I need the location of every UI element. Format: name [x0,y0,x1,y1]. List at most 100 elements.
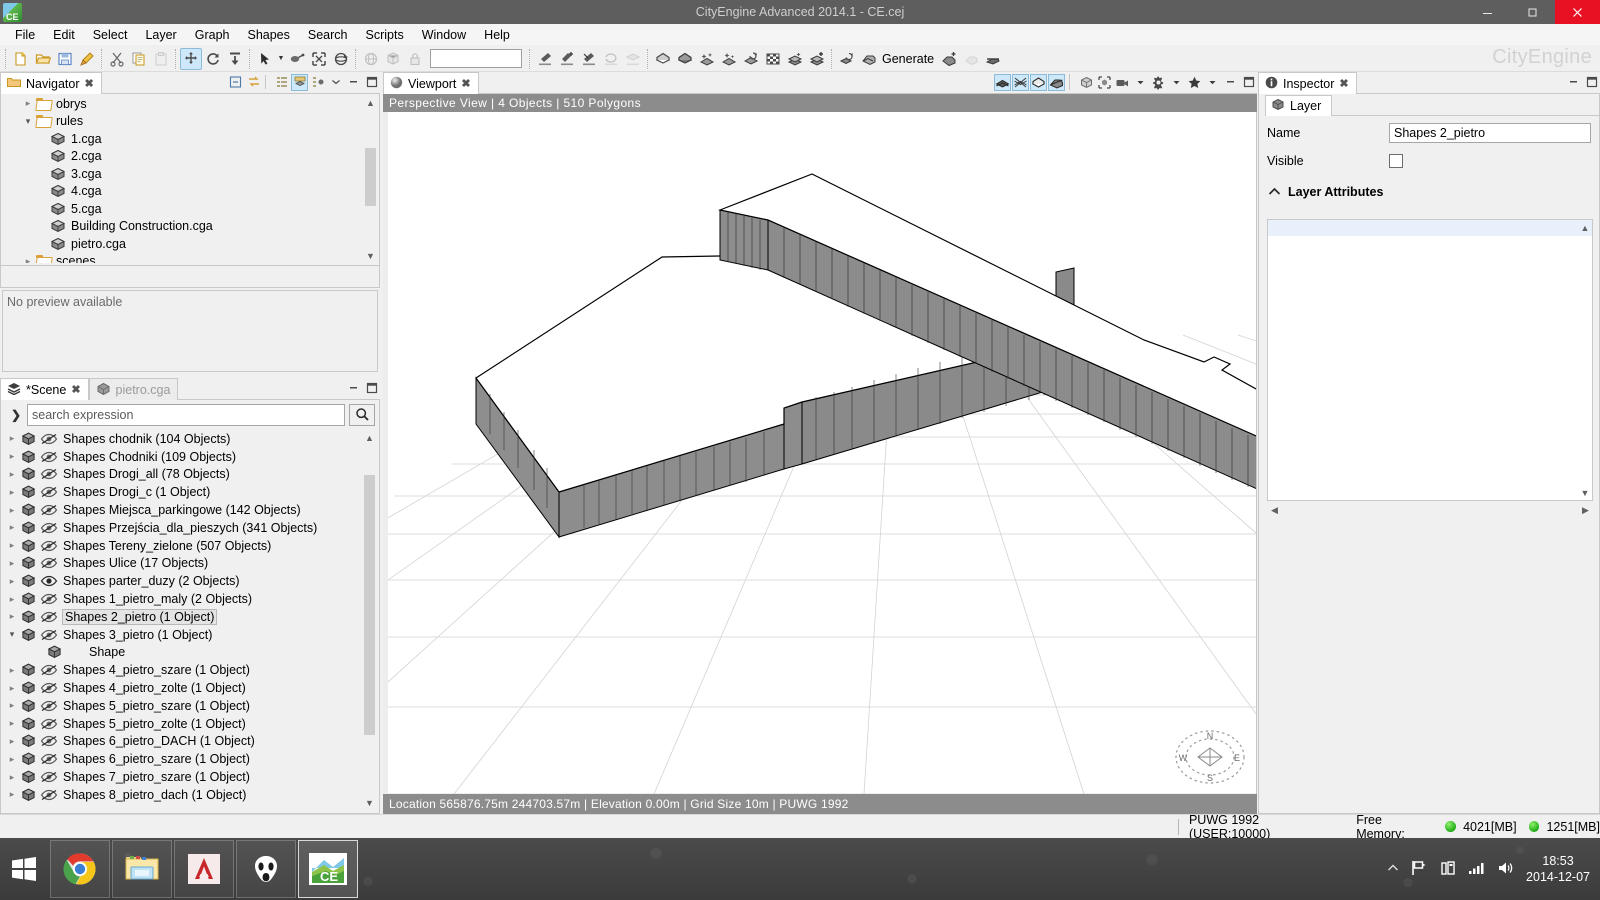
chevron-right-icon[interactable] [3,611,21,622]
chevron-right-icon[interactable] [3,718,21,729]
scroll-up-icon[interactable]: ▲ [362,430,377,445]
chevron-up-icon[interactable] [1268,185,1281,199]
menu-window[interactable]: Window [413,26,475,44]
layer-attributes-header[interactable]: Layer Attributes [1259,181,1599,203]
scene-layer-row[interactable]: Shapes 5_pietro_szare (1 Object) [3,697,361,715]
paste-icon[interactable] [150,48,172,70]
tab-viewport[interactable]: Viewport ✖ [383,72,479,94]
shape-checker-icon[interactable] [762,48,784,70]
navigator-file-row[interactable]: 1.cga [2,130,364,148]
navigator-scrollbar[interactable]: ▲ ▼ [363,95,378,263]
navigator-folder-row[interactable]: rules [2,113,364,131]
taskbar-item-explorer[interactable] [112,840,172,898]
bookmark-caret-icon[interactable] [1204,74,1221,91]
collapse-all-icon[interactable] [227,74,244,91]
view-list-icon[interactable] [273,74,290,91]
scroll-thumb[interactable] [364,475,375,735]
new-project-icon[interactable] [10,48,32,70]
chevron-right-icon[interactable] [3,772,21,783]
eye-hidden-icon[interactable] [40,468,58,480]
shape-add-icon[interactable] [696,48,718,70]
scroll-up-icon[interactable]: ▲ [1578,220,1592,235]
scene-layer-row[interactable]: Shapes Tereny_zielone (507 Objects) [3,537,361,555]
chevron-right-icon[interactable] [3,558,21,569]
polygon-select-icon[interactable] [286,48,308,70]
street-add-icon[interactable] [556,48,578,70]
taskbar-item-autocad[interactable] [174,840,234,898]
shape-icon[interactable] [652,48,674,70]
shape-solid-icon[interactable] [674,48,696,70]
volume-icon[interactable] [1497,860,1515,879]
chevron-right-icon[interactable] [3,683,21,694]
taskbar-item-foobar[interactable] [236,840,296,898]
model-toggle-icon[interactable] [1078,74,1095,91]
navigator-file-row[interactable]: 3.cga [2,165,364,183]
minimize-icon[interactable] [1565,74,1582,91]
toolbar-text-field[interactable] [430,49,522,68]
scene-layer-row[interactable]: Shapes 4_pietro_zolte (1 Object) [3,679,361,697]
menu-select[interactable]: Select [84,26,137,44]
scene-layer-row[interactable]: Shapes 6_pietro_szare (1 Object) [3,750,361,768]
save-icon[interactable] [54,48,76,70]
settings-gear-icon[interactable] [1150,74,1167,91]
menu-edit[interactable]: Edit [44,26,84,44]
scroll-down-icon[interactable]: ▼ [362,795,377,810]
scene-layer-row[interactable]: Shapes Chodniki (109 Objects) [3,448,361,466]
shading-flat-icon[interactable] [994,73,1011,91]
shape-display-icon[interactable] [1030,73,1047,91]
menu-layer[interactable]: Layer [136,26,185,44]
network-icon[interactable] [1468,861,1486,878]
scroll-left-icon[interactable]: ◀ [1267,503,1282,518]
maximize-icon[interactable] [1583,74,1600,91]
minimize-icon[interactable] [345,380,362,397]
tab-layer[interactable]: Layer [1265,95,1333,116]
menu-graph[interactable]: Graph [186,26,239,44]
minimize-button[interactable] [1465,0,1510,24]
move-tool-icon[interactable] [180,47,202,70]
menu-shapes[interactable]: Shapes [238,26,298,44]
chevron-down-icon[interactable] [20,116,36,127]
scroll-up-icon[interactable]: ▲ [363,95,378,110]
chevron-right-icon[interactable] [20,98,36,109]
chevron-right-icon[interactable] [3,505,21,516]
scroll-track[interactable] [362,445,377,795]
bookmark-star-icon[interactable] [1186,74,1203,91]
scroll-track[interactable] [1578,235,1592,485]
scroll-thumb[interactable] [365,148,376,206]
model-display-icon[interactable] [1048,73,1065,91]
tab-scene[interactable]: *Scene ✖ [0,378,89,400]
flag-icon[interactable] [1410,860,1428,879]
street-edit-icon[interactable] [578,48,600,70]
model-generate-icon[interactable] [836,48,858,70]
tab-inspector[interactable]: Inspector ✖ [1258,72,1357,94]
chevron-right-icon[interactable] [3,736,21,747]
close-icon[interactable]: ✖ [461,77,470,90]
scene-layer-tree[interactable]: Shapes chodnik (104 Objects) Shapes Chodn… [3,430,361,810]
scene-layer-row[interactable]: Shapes Ulice (17 Objects) [3,555,361,573]
scene-layer-row[interactable]: Shapes Miejsca_parkingowe (142 Objects) [3,501,361,519]
scroll-right-icon[interactable]: ▶ [1578,503,1593,518]
show-hidden-icon[interactable] [1387,862,1399,876]
eye-hidden-icon[interactable] [40,522,58,534]
navigator-folder-row[interactable]: scenes [2,253,364,263]
chevron-right-icon[interactable] [3,451,21,462]
tab-navigator[interactable]: Navigator ✖ [0,72,102,94]
navigator-file-row[interactable]: Building Construction.cga [2,218,364,236]
layer-attributes-table[interactable]: ▲ ▼ [1267,219,1593,501]
viewport-3d-canvas[interactable]: N E S W [383,112,1257,794]
generate-model-icon[interactable] [858,48,880,70]
eye-hidden-icon[interactable] [40,540,58,552]
view-workspace-icon[interactable] [291,73,308,91]
navigator-file-row[interactable]: pietro.cga [2,235,364,253]
maximize-icon[interactable] [363,74,380,91]
chevron-right-icon[interactable] [3,576,21,587]
search-input[interactable] [27,403,345,426]
close-icon[interactable]: ✖ [1339,77,1348,90]
scene-layer-row[interactable]: Shapes 4_pietro_szare (1 Object) [3,661,361,679]
scene-layer-row[interactable]: Shapes Drogi_c (1 Object) [3,483,361,501]
chevron-down-icon[interactable] [3,629,21,640]
eye-hidden-icon[interactable] [40,718,58,730]
eye-hidden-icon[interactable] [40,451,58,463]
start-button[interactable] [0,840,48,898]
shape-stack-icon[interactable] [784,48,806,70]
